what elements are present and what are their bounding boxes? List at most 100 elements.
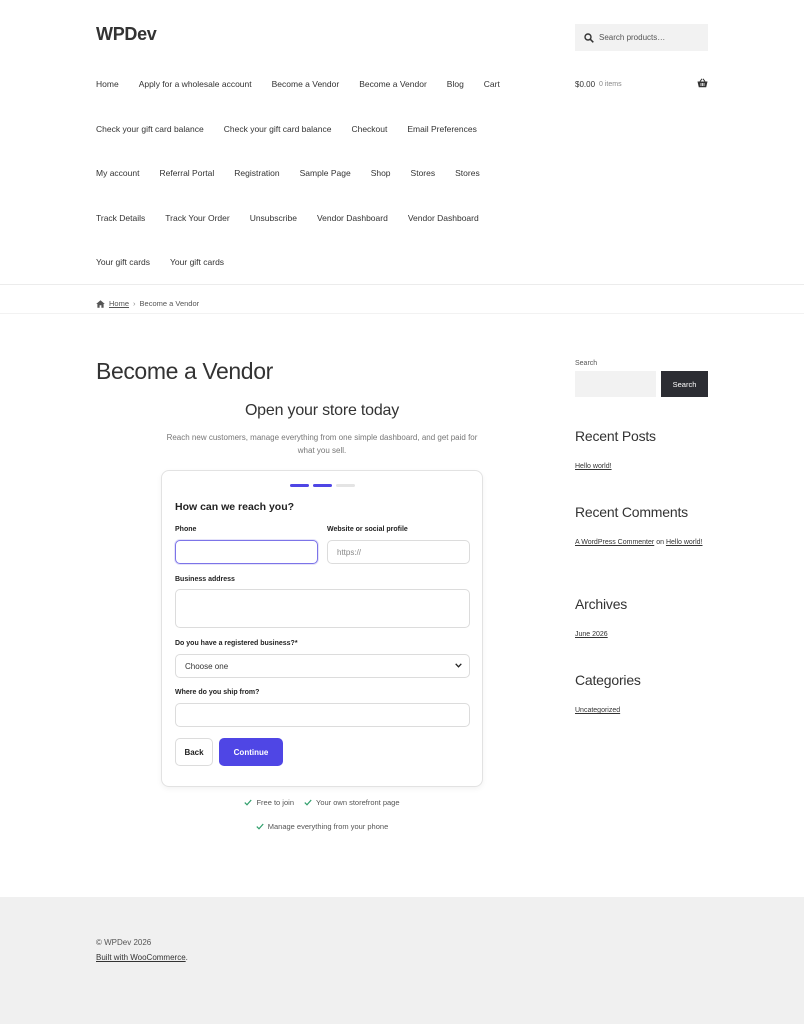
comment-on-text: on	[656, 539, 664, 546]
nav-item-sample-page[interactable]: Sample Page	[300, 168, 351, 178]
vendor-signup-form: How can we reach you? Phone Website or s…	[161, 470, 483, 787]
step-indicator	[336, 484, 355, 487]
nav-item-become-vendor-2[interactable]: Become a Vendor	[359, 79, 427, 89]
perks-row: Free to join Your own storefront page	[96, 798, 548, 807]
nav-item-gift-card-balance[interactable]: Check your gift card balance	[96, 124, 204, 134]
header-cart[interactable]: $0.00 0 items	[575, 77, 708, 91]
nav-item-track-order[interactable]: Track Your Order	[165, 213, 229, 223]
back-button[interactable]: Back	[175, 738, 213, 766]
address-textarea[interactable]	[175, 589, 470, 628]
sidebar: Search Search Recent Posts Hello world! …	[575, 360, 708, 714]
hero-subtitle: Reach new customers, manage everything f…	[166, 433, 478, 455]
step-progress	[290, 484, 359, 487]
check-icon	[244, 799, 253, 806]
archive-link[interactable]: June 2026	[575, 627, 608, 642]
nav-item-track-details[interactable]: Track Details	[96, 213, 145, 223]
step-indicator	[290, 484, 309, 487]
primary-navigation: Home Apply for a wholesale account Becom…	[96, 62, 536, 285]
nav-item-referral-portal[interactable]: Referral Portal	[159, 168, 214, 178]
nav-item-your-gift-cards-2[interactable]: Your gift cards	[170, 257, 224, 267]
nav-item-shop[interactable]: Shop	[371, 168, 391, 178]
check-icon	[256, 823, 264, 830]
nav-item-my-account[interactable]: My account	[96, 168, 139, 178]
nav-item-blog[interactable]: Blog	[447, 79, 464, 89]
nav-item-registration[interactable]: Registration	[234, 168, 279, 178]
breadcrumb: Home › Become a Vendor	[96, 299, 199, 308]
chevron-down-icon	[455, 663, 462, 668]
archives-title: Archives	[575, 596, 628, 612]
nav-row: Your gift cards Your gift cards	[96, 240, 536, 285]
form-heading: How can we reach you?	[175, 501, 295, 513]
sidebar-search: Search	[575, 371, 708, 397]
nav-row: Track Details Track Your Order Unsubscri…	[96, 196, 536, 241]
check-icon	[304, 799, 312, 806]
registered-business-label: Do you have a registered business?*	[175, 640, 298, 647]
registered-business-select[interactable]: Choose one	[175, 654, 470, 678]
nav-item-email-preferences[interactable]: Email Preferences	[407, 124, 476, 134]
website-label: Website or social profile	[327, 526, 408, 533]
sidebar-search-label: Search	[575, 360, 598, 367]
hero-title: Open your store today	[244, 402, 400, 419]
perk-text: Your own storefront page	[316, 798, 400, 807]
breadcrumb-separator: ›	[133, 299, 136, 308]
nav-item-your-gift-cards[interactable]: Your gift cards	[96, 257, 150, 267]
perk-text: Free to join	[256, 798, 294, 807]
recent-comment: A WordPress Commenter on Hello world!	[575, 535, 708, 550]
nav-item-become-vendor[interactable]: Become a Vendor	[272, 79, 340, 89]
comment-post-link[interactable]: Hello world!	[666, 539, 703, 546]
nav-item-stores[interactable]: Stores	[411, 168, 436, 178]
website-input[interactable]	[327, 540, 470, 564]
search-icon	[584, 32, 594, 43]
continue-button[interactable]: Continue	[219, 738, 283, 766]
site-footer: © WPDev 2026 Built with WooCommerce.	[0, 897, 804, 1024]
header-product-search[interactable]	[575, 24, 709, 51]
footer-credit: Built with WooCommerce.	[96, 953, 188, 962]
footer-copyright: © WPDev 2026	[96, 938, 152, 947]
header-divider	[0, 284, 804, 285]
nav-row: Home Apply for a wholesale account Becom…	[96, 62, 536, 107]
phone-label: Phone	[175, 526, 197, 533]
site-title[interactable]: WPDev	[96, 24, 157, 45]
address-label: Business address	[175, 576, 235, 583]
breadcrumb-current: Become a Vendor	[139, 299, 200, 308]
breadcrumb-home-link[interactable]: Home	[109, 299, 129, 308]
recent-comments-title: Recent Comments	[575, 504, 688, 520]
cart-item-count: 0 items	[599, 80, 622, 88]
cart-amount: $0.00	[575, 79, 596, 89]
nav-item-wholesale[interactable]: Apply for a wholesale account	[139, 79, 252, 89]
phone-input[interactable]	[175, 540, 318, 564]
ship-from-input[interactable]	[175, 703, 470, 727]
home-icon	[96, 299, 105, 308]
vendor-intro: Open your store today Reach new customer…	[96, 398, 548, 457]
recent-posts-title: Recent Posts	[575, 428, 656, 444]
perks-row: Manage everything from your phone	[96, 822, 548, 831]
nav-row: Check your gift card balance Check your …	[96, 107, 536, 152]
nav-item-cart[interactable]: Cart	[484, 79, 500, 89]
step-indicator	[313, 484, 332, 487]
perk-item: Your own storefront page	[304, 798, 400, 807]
nav-item-unsubscribe[interactable]: Unsubscribe	[250, 213, 297, 223]
perk-item: Manage everything from your phone	[256, 822, 389, 831]
perk-text: Manage everything from your phone	[267, 822, 389, 831]
product-search-input[interactable]	[599, 33, 709, 42]
breadcrumb-divider	[0, 313, 804, 314]
nav-row: My account Referral Portal Registration …	[96, 151, 536, 196]
sidebar-search-button[interactable]: Search	[661, 371, 708, 397]
perk-item: Free to join	[244, 798, 294, 807]
nav-item-vendor-dashboard-2[interactable]: Vendor Dashboard	[408, 213, 479, 223]
category-link[interactable]: Uncategorized	[575, 703, 620, 718]
categories-title: Categories	[575, 672, 641, 688]
ship-from-label: Where do you ship from?	[175, 689, 260, 696]
nav-item-checkout[interactable]: Checkout	[351, 124, 387, 134]
nav-item-home[interactable]: Home	[96, 79, 119, 89]
recent-post-link[interactable]: Hello world!	[575, 459, 612, 474]
page-title: Become a Vendor	[96, 358, 273, 384]
woocommerce-link[interactable]: Built with WooCommerce	[96, 953, 186, 962]
nav-item-vendor-dashboard[interactable]: Vendor Dashboard	[317, 213, 388, 223]
basket-icon	[697, 78, 708, 88]
footer-credit-end: .	[185, 953, 188, 962]
nav-item-stores-2[interactable]: Stores	[455, 168, 480, 178]
sidebar-search-input[interactable]	[575, 371, 656, 397]
comment-author-link[interactable]: A WordPress Commenter	[575, 539, 654, 546]
nav-item-gift-card-balance-2[interactable]: Check your gift card balance	[224, 124, 332, 134]
